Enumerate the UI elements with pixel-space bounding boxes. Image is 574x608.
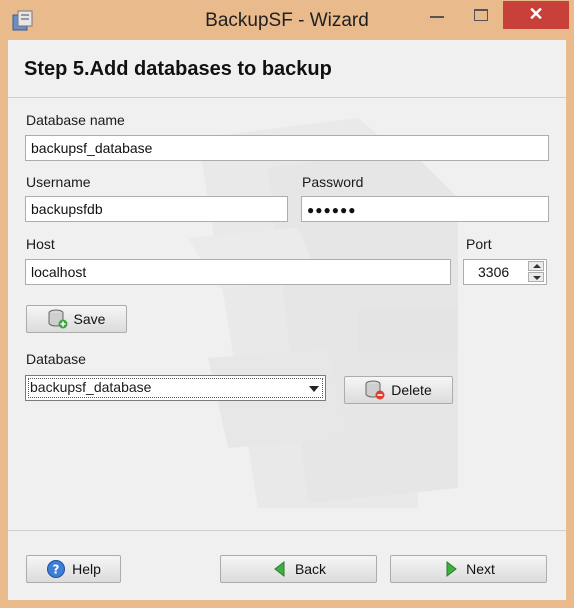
database-name-input[interactable]: backupsf_database bbox=[25, 135, 549, 161]
password-input[interactable]: ●●●●●● bbox=[301, 196, 549, 222]
port-increment-button[interactable] bbox=[528, 261, 544, 271]
wizard-footer: ? Help Back Next bbox=[8, 530, 566, 600]
database-selected-value: backupsf_database bbox=[30, 379, 152, 395]
dropdown-arrow-icon bbox=[309, 386, 319, 392]
delete-label: Delete bbox=[391, 382, 432, 398]
maximize-icon bbox=[474, 9, 488, 21]
help-icon: ? bbox=[47, 560, 66, 578]
arrow-left-icon bbox=[274, 560, 285, 578]
database-remove-icon bbox=[365, 380, 385, 400]
help-button[interactable]: ? Help bbox=[26, 555, 121, 583]
watermark-graphic bbox=[188, 118, 458, 508]
back-label: Back bbox=[294, 561, 327, 577]
port-value: 3306 bbox=[478, 264, 510, 280]
maximize-button[interactable] bbox=[462, 2, 506, 28]
database-label: Database bbox=[26, 351, 86, 367]
close-button[interactable]: ✕ bbox=[503, 1, 569, 29]
username-input[interactable]: backupsfdb bbox=[25, 196, 288, 222]
step-title: Step 5.Add databases to backup bbox=[24, 58, 332, 80]
save-label: Save bbox=[73, 311, 106, 327]
close-icon: ✕ bbox=[528, 4, 544, 24]
back-button[interactable]: Back bbox=[220, 555, 377, 583]
arrow-right-icon bbox=[446, 560, 457, 578]
password-label: Password bbox=[302, 174, 364, 190]
port-spinner[interactable]: 3306 bbox=[463, 259, 547, 285]
save-button[interactable]: Save bbox=[26, 305, 127, 333]
username-label: Username bbox=[26, 174, 91, 190]
wizard-window: BackupSF - Wizard ✕ Step 5.Add databases… bbox=[0, 0, 574, 608]
next-label: Next bbox=[466, 561, 495, 577]
host-input[interactable]: localhost bbox=[25, 259, 451, 285]
delete-button[interactable]: Delete bbox=[344, 376, 453, 404]
next-button[interactable]: Next bbox=[390, 555, 547, 583]
port-decrement-button[interactable] bbox=[528, 272, 544, 282]
help-label: Help bbox=[72, 561, 101, 577]
svg-text:?: ? bbox=[53, 563, 60, 577]
database-select[interactable]: backupsf_database bbox=[25, 375, 326, 401]
title-bar[interactable]: BackupSF - Wizard ✕ bbox=[0, 0, 574, 40]
minimize-icon bbox=[430, 16, 444, 18]
wizard-header: Step 5.Add databases to backup bbox=[8, 40, 566, 98]
host-label: Host bbox=[26, 236, 55, 252]
port-label: Port bbox=[466, 236, 492, 252]
arrow-up-icon bbox=[533, 264, 541, 268]
database-add-icon bbox=[48, 309, 68, 329]
database-name-label: Database name bbox=[26, 112, 125, 128]
wizard-content: Database name backupsf_database Username… bbox=[8, 98, 566, 530]
arrow-down-icon bbox=[533, 276, 541, 280]
minimize-button[interactable] bbox=[418, 2, 462, 28]
